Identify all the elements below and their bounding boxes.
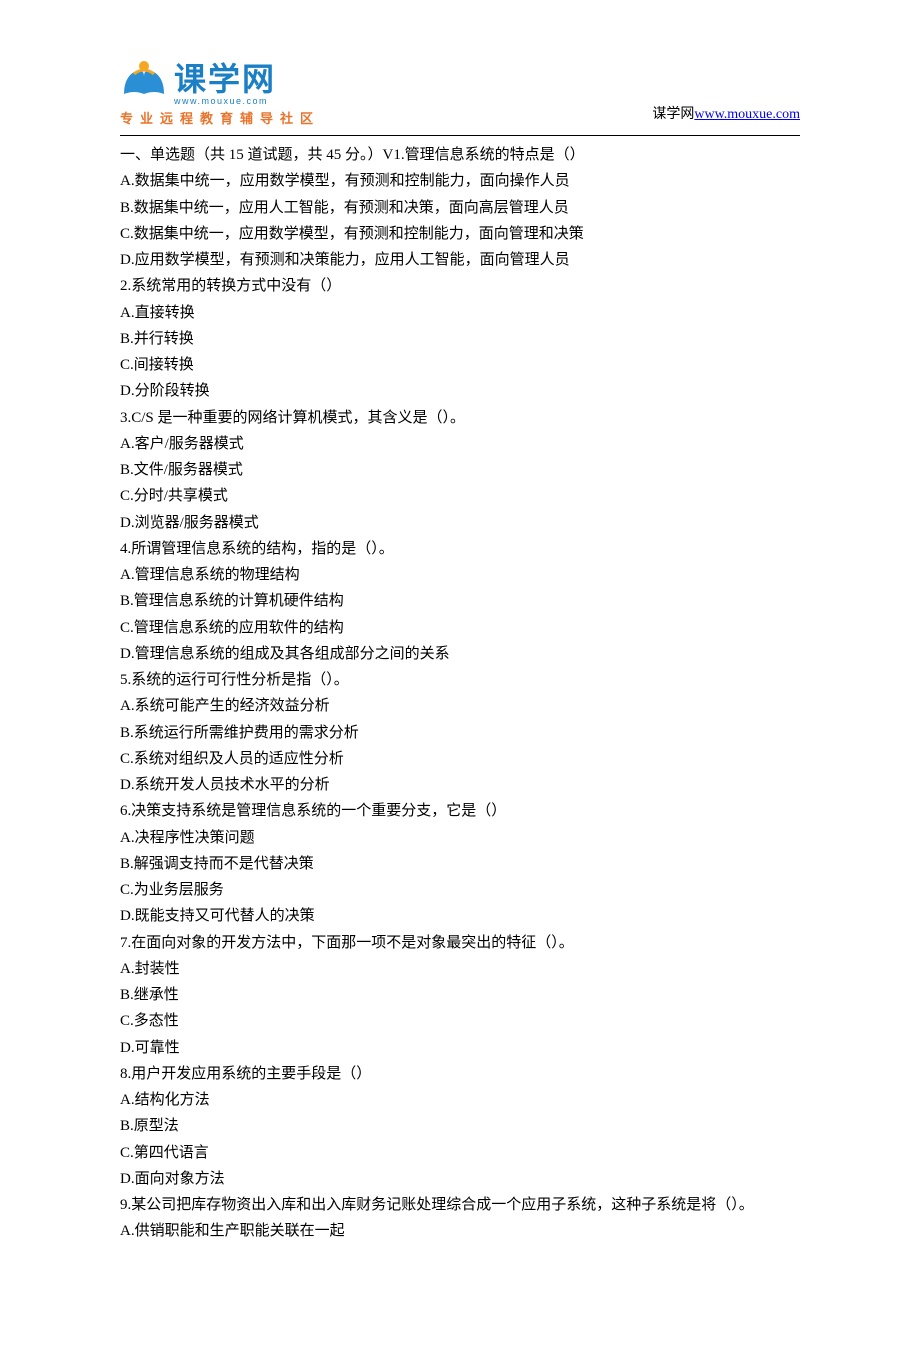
content-line: D.浏览器/服务器模式 — [120, 510, 800, 536]
content-line: B.解强调支持而不是代替决策 — [120, 851, 800, 877]
content-line: 8.用户开发应用系统的主要手段是（） — [120, 1061, 800, 1087]
site-label: 谋学网 — [652, 107, 694, 122]
content-line: A.供销职能和生产职能关联在一起 — [120, 1218, 800, 1244]
content-line: 3.C/S 是一种重要的网络计算机模式，其含义是（）。 — [120, 405, 800, 431]
content-line: B.文件/服务器模式 — [120, 457, 800, 483]
content-line: C.为业务层服务 — [120, 877, 800, 903]
content-line: D.管理信息系统的组成及其各组成部分之间的关系 — [120, 641, 800, 667]
logo-text: 课学网 — [174, 63, 276, 95]
site-link[interactable]: www.mouxue.com — [694, 107, 800, 122]
content-line: D.面向对象方法 — [120, 1166, 800, 1192]
content-line: A.管理信息系统的物理结构 — [120, 562, 800, 588]
book-person-icon — [120, 60, 168, 98]
content-line: C.数据集中统一，应用数学模型，有预测和控制能力，面向管理和决策 — [120, 221, 800, 247]
content-line: A.客户/服务器模式 — [120, 431, 800, 457]
content-line: C.管理信息系统的应用软件的结构 — [120, 615, 800, 641]
content-line: B.系统运行所需维护费用的需求分析 — [120, 720, 800, 746]
site-reference: 谋学网www.mouxue.com — [652, 103, 800, 123]
content-line: 2.系统常用的转换方式中没有（） — [120, 273, 800, 299]
section-header: 一、单选题（共 15 道试题，共 45 分。）V1.管理信息系统的特点是（） — [120, 142, 800, 168]
page-header: 课学网 www.mouxue.com 专业远程教育辅导社区 谋学网www.mou… — [120, 60, 800, 127]
content-line: C.第四代语言 — [120, 1140, 800, 1166]
logo-title: 课学网 — [174, 63, 276, 95]
content-line: C.系统对组织及人员的适应性分析 — [120, 746, 800, 772]
content-line: D.应用数学模型，有预测和决策能力，应用人工智能，面向管理人员 — [120, 247, 800, 273]
content-line: 5.系统的运行可行性分析是指（）。 — [120, 667, 800, 693]
content-line: B.管理信息系统的计算机硬件结构 — [120, 588, 800, 614]
document-page: 课学网 www.mouxue.com 专业远程教育辅导社区 谋学网www.mou… — [0, 0, 920, 1345]
content-line: D.可靠性 — [120, 1035, 800, 1061]
content-line: B.原型法 — [120, 1113, 800, 1139]
content-line: A.系统可能产生的经济效益分析 — [120, 693, 800, 719]
content-line: A.数据集中统一，应用数学模型，有预测和控制能力，面向操作人员 — [120, 168, 800, 194]
content-line: A.结构化方法 — [120, 1087, 800, 1113]
content-line: D.既能支持又可代替人的决策 — [120, 903, 800, 929]
content-line: C.分时/共享模式 — [120, 483, 800, 509]
content-line: C.多态性 — [120, 1008, 800, 1034]
content-line: 4.所谓管理信息系统的结构，指的是（）。 — [120, 536, 800, 562]
content-line: A.直接转换 — [120, 300, 800, 326]
logo-url: www.mouxue.com — [174, 96, 320, 106]
content-line: 6.决策支持系统是管理信息系统的一个重要分支，它是（） — [120, 798, 800, 824]
lines-container: A.数据集中统一，应用数学模型，有预测和控制能力，面向操作人员B.数据集中统一，… — [120, 168, 800, 1244]
content-line: D.系统开发人员技术水平的分析 — [120, 772, 800, 798]
document-content: 一、单选题（共 15 道试题，共 45 分。）V1.管理信息系统的特点是（） A… — [120, 136, 800, 1245]
content-line: 7.在面向对象的开发方法中，下面那一项不是对象最突出的特征（）。 — [120, 930, 800, 956]
content-line: A.封装性 — [120, 956, 800, 982]
content-line: B.并行转换 — [120, 326, 800, 352]
content-line: A.决程序性决策问题 — [120, 825, 800, 851]
logo-block: 课学网 www.mouxue.com 专业远程教育辅导社区 — [120, 60, 320, 127]
content-line: B.继承性 — [120, 982, 800, 1008]
content-line: B.数据集中统一，应用人工智能，有预测和决策，面向高层管理人员 — [120, 195, 800, 221]
content-line: 9.某公司把库存物资出入库和出入库财务记账处理综合成一个应用子系统，这种子系统是… — [120, 1192, 800, 1218]
content-line: C.间接转换 — [120, 352, 800, 378]
content-line: D.分阶段转换 — [120, 378, 800, 404]
logo-tagline: 专业远程教育辅导社区 — [120, 108, 320, 127]
logo-top: 课学网 — [120, 60, 320, 98]
